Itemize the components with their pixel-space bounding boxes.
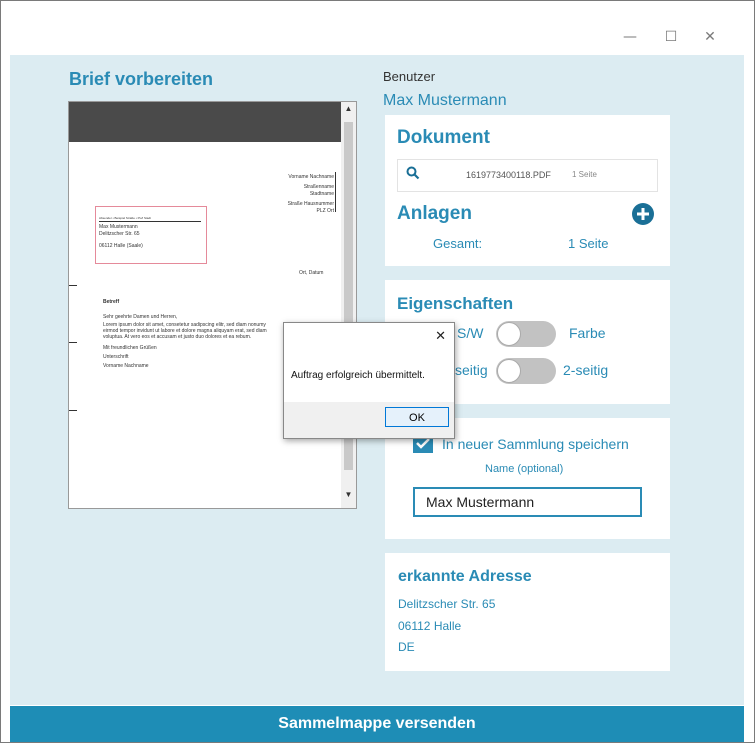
ok-button[interactable]: OK — [385, 407, 449, 427]
sender-rule — [335, 172, 336, 212]
user-label: Benutzer — [383, 69, 436, 84]
file-name: 1619773400118.PDF — [466, 170, 551, 180]
return-address-line: Absender • Beispiel Straße • PLZ Stadt — [99, 216, 151, 220]
toggle-knob — [497, 322, 521, 346]
preview-header-bar — [69, 102, 356, 142]
document-card: Dokument 1619773400118.PDF 1 Seite Anlag… — [385, 115, 670, 266]
save-collection-label[interactable]: In neuer Sammlung speichern — [442, 436, 629, 452]
name-optional-label: Name (optional) — [485, 463, 564, 475]
sender-line: PLZ Ort — [316, 208, 334, 214]
dialog-footer: OK — [284, 402, 454, 438]
scroll-up-icon[interactable]: ▲ — [341, 102, 356, 116]
fold-mark — [69, 410, 77, 411]
total-label: Gesamt: — [433, 236, 483, 251]
file-pages: 1 Seite — [572, 170, 597, 179]
scroll-down-icon[interactable]: ▼ — [341, 488, 356, 502]
success-dialog: ✕ Auftrag erfolgreich übermittelt. OK — [283, 322, 455, 439]
recipient-name: Max Mustermann — [99, 224, 138, 230]
add-attachment-icon[interactable] — [631, 202, 655, 226]
letter-signature: Unterschrift — [103, 354, 129, 360]
close-icon[interactable]: ✕ — [700, 27, 720, 47]
recipient-city: 06112 Halle (Saale) — [99, 243, 143, 249]
preview-scrollbar[interactable]: ▲ ▼ — [341, 102, 356, 508]
letter-subject: Betreff — [103, 299, 120, 305]
letter-date: Ort, Datum — [299, 270, 324, 276]
total-value: 1 Seite — [568, 236, 609, 251]
address-country: DE — [398, 640, 415, 654]
collection-name-input[interactable]: Max Mustermann — [413, 487, 642, 517]
hole-mark — [69, 342, 77, 343]
sides-left-label: seitig — [455, 362, 488, 378]
maximize-icon[interactable]: ☐ — [661, 27, 681, 47]
letter-greeting: Sehr geehrte Damen und Herren, — [103, 314, 178, 320]
address-street: Delitzscher Str. 65 — [398, 597, 496, 611]
sender-line: Straßenname — [303, 184, 334, 190]
document-title: Dokument — [397, 127, 490, 148]
title-bar: — ☐ ✕ — [1, 1, 754, 56]
letter-signer: Vorname Nachname — [103, 363, 149, 369]
sides-right-label: 2-seitig — [563, 362, 609, 378]
color-right-label: Farbe — [569, 325, 606, 341]
search-icon[interactable] — [406, 166, 420, 180]
address-title: erkannte Adresse — [398, 568, 532, 585]
document-file-row[interactable]: 1619773400118.PDF 1 Seite — [397, 159, 658, 192]
recipient-street: Delitzscher Str. 65 — [99, 231, 140, 237]
dialog-message: Auftrag erfolgreich übermittelt. — [291, 370, 425, 381]
return-rule — [99, 221, 201, 222]
dialog-close-icon[interactable]: ✕ — [435, 329, 446, 344]
send-collection-button[interactable]: Sammelmappe versenden — [10, 706, 744, 742]
address-card: erkannte Adresse Delitzscher Str. 65 061… — [385, 553, 670, 671]
fold-mark — [69, 285, 77, 286]
color-left-label: S/W — [457, 325, 484, 341]
toggle-knob — [497, 359, 521, 383]
sender-line: Stadtname — [309, 191, 334, 197]
duplex-toggle[interactable] — [496, 358, 556, 384]
properties-title: Eigenschaften — [397, 294, 514, 313]
sender-name: Vorname Nachname — [288, 174, 334, 180]
attachments-title: Anlagen — [397, 203, 472, 224]
address-city: 06112 Halle — [398, 619, 462, 633]
color-toggle[interactable] — [496, 321, 556, 347]
letter-body-line: voluptua. At vero eos et accusam et just… — [103, 334, 252, 340]
letter-preview: Vorname Nachname Straßenname Stadtname S… — [68, 101, 357, 509]
minimize-icon[interactable]: — — [620, 27, 640, 47]
user-name: Max Mustermann — [383, 92, 507, 109]
letter-closing: Mit freundlichen Grüßen — [103, 345, 157, 351]
sender-line: Straße Hausnummer — [287, 201, 334, 207]
page-title: Brief vorbereiten — [69, 69, 214, 89]
